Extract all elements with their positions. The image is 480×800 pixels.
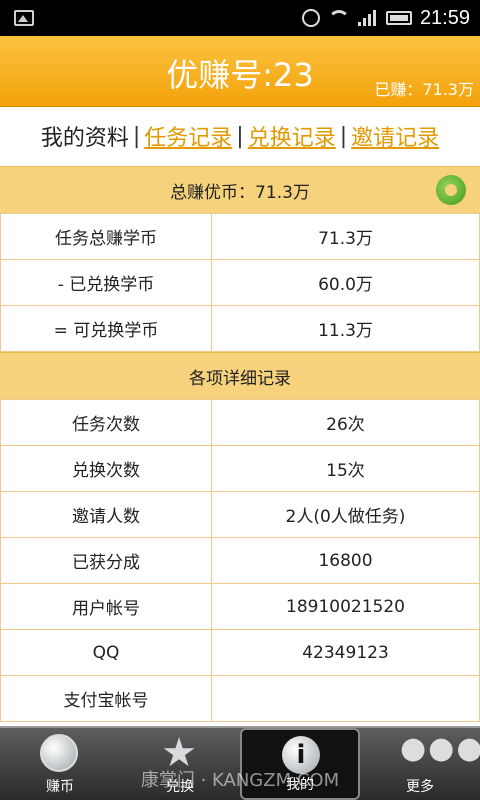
bottom-navigation: 赚币 ★ 兑换 i 我的 ●●● 更多 康掌门 · KANGZM.COM <box>0 726 480 800</box>
row-label: 兑换次数 <box>0 445 212 492</box>
row-label: 已获分成 <box>0 537 212 584</box>
wifi-icon <box>327 10 350 26</box>
nav-more[interactable]: ●●● 更多 <box>360 728 480 800</box>
row-label: 用户帐号 <box>0 583 212 630</box>
nav-exchange[interactable]: ★ 兑换 <box>120 728 240 800</box>
table-row: 邀请人数 2人(0人做任务) <box>0 491 480 538</box>
row-label: 支付宝帐号 <box>0 675 212 722</box>
tab-task-records[interactable]: 任务记录 <box>144 120 232 152</box>
total-earned-label: 总赚优币：71.3万 <box>170 182 310 203</box>
table-row: 用户帐号 18910021520 <box>0 583 480 630</box>
row-value: 16800 <box>211 537 480 584</box>
nav-label: 我的 <box>286 777 314 793</box>
star-icon: ★ <box>161 730 197 776</box>
nav-label: 兑换 <box>166 779 194 795</box>
gallery-notification-icon <box>14 10 34 26</box>
table-row: 任务次数 26次 <box>0 399 480 446</box>
refresh-icon[interactable] <box>436 175 466 205</box>
signal-icon <box>357 10 378 26</box>
row-label: 邀请人数 <box>0 491 212 538</box>
row-label: 任务总赚学币 <box>0 213 212 260</box>
table-row: 支付宝帐号 <box>0 675 480 722</box>
table-row: 兑换次数 15次 <box>0 445 480 492</box>
tab-separator: | <box>236 123 244 149</box>
battery-icon <box>385 11 412 25</box>
row-label: 任务次数 <box>0 399 212 446</box>
record-tabs: 我的资料 | 任务记录 | 兑换记录 | 邀请记录 <box>0 106 480 166</box>
globe-icon <box>40 734 78 772</box>
row-label: = 可兑换学币 <box>0 305 212 352</box>
status-icons: 21:59 <box>301 0 470 36</box>
row-value: 60.0万 <box>211 259 480 306</box>
table-row: QQ 42349123 <box>0 629 480 676</box>
nav-label: 更多 <box>406 779 434 795</box>
table-row: 已获分成 16800 <box>0 537 480 584</box>
nav-mine[interactable]: i 我的 <box>240 728 360 800</box>
title-bar: 优赚号:23 已赚：71.3万 <box>0 36 480 107</box>
table-row: - 已兑换学币 60.0万 <box>0 259 480 306</box>
tab-separator: | <box>339 123 348 149</box>
details-table: 任务次数 26次 兑换次数 15次 邀请人数 2人(0人做任务) 已获分成 16… <box>0 399 480 722</box>
row-value <box>211 675 480 722</box>
info-icon: i <box>282 736 320 774</box>
tab-invite-records[interactable]: 邀请记录 <box>351 120 439 152</box>
nav-earn[interactable]: 赚币 <box>0 728 120 800</box>
nav-label: 赚币 <box>46 779 74 795</box>
summary-table: 任务总赚学币 71.3万 - 已兑换学币 60.0万 = 可兑换学币 11.3万 <box>0 213 480 352</box>
alarm-icon <box>301 9 320 27</box>
row-value: 42349123 <box>211 629 480 676</box>
row-value: 15次 <box>211 445 480 492</box>
tab-my-profile[interactable]: 我的资料 <box>41 120 129 152</box>
details-header: 各项详细记录 <box>0 352 480 400</box>
tab-separator: | <box>132 123 141 149</box>
row-value: 18910021520 <box>211 583 480 630</box>
tab-exchange-records[interactable]: 兑换记录 <box>248 120 336 152</box>
total-earned-header: 总赚优币：71.3万 <box>0 166 480 214</box>
row-label: QQ <box>0 629 212 676</box>
row-value: 11.3万 <box>211 305 480 352</box>
row-label: - 已兑换学币 <box>0 259 212 306</box>
status-bar: 21:59 <box>0 0 480 36</box>
row-value: 71.3万 <box>211 213 480 260</box>
row-value: 2人(0人做任务) <box>211 491 480 538</box>
table-row: 任务总赚学币 71.3万 <box>0 213 480 260</box>
row-value: 26次 <box>211 399 480 446</box>
table-row: = 可兑换学币 11.3万 <box>0 305 480 352</box>
clock: 21:59 <box>419 6 470 29</box>
earned-total: 已赚：71.3万 <box>374 80 474 99</box>
more-icon: ●●● <box>400 731 480 766</box>
details-label: 各项详细记录 <box>189 368 291 389</box>
